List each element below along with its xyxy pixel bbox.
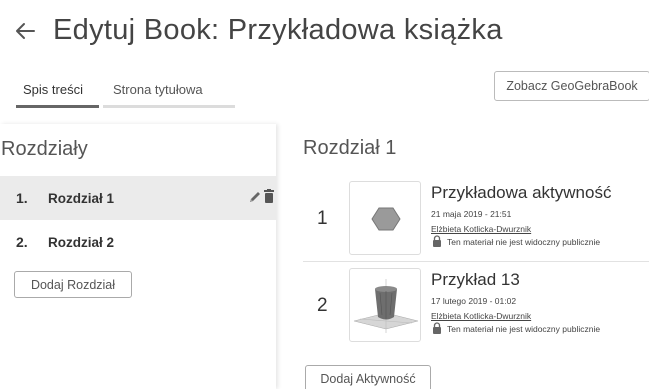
chapters-heading: Rozdziały — [1, 138, 88, 160]
3d-plot-thumbnail — [353, 279, 419, 333]
page-title: Edytuj Book: Przykładowa książka — [53, 14, 503, 46]
activity-date: 17 lutego 2019 - 01:02 — [431, 296, 517, 306]
chapter-item-1[interactable]: 1. Rozdział 1 — [0, 176, 276, 220]
tab-table-of-contents[interactable]: Spis treści — [16, 78, 99, 108]
activity-author-link[interactable]: Elżbieta Kotlicka-Dwurznik — [431, 311, 531, 321]
lock-icon — [433, 235, 441, 247]
page-header: Edytuj Book: Przykładowa książka — [0, 0, 649, 58]
tab-title-page[interactable]: Strona tytułowa — [103, 78, 235, 108]
chapter-item-2[interactable]: 2. Rozdział 2 — [0, 220, 276, 264]
activity-number: 1 — [317, 208, 328, 229]
lock-icon — [433, 322, 441, 334]
tab-label: Strona tytułowa — [113, 82, 203, 97]
activity-date: 21 maja 2019 - 21:51 — [431, 209, 512, 219]
pencil-icon[interactable] — [248, 190, 262, 204]
tab-label: Spis treści — [23, 82, 83, 97]
visibility-note: Ten materiał nie jest widoczny publiczni… — [447, 324, 601, 334]
activity-thumbnail[interactable] — [349, 181, 421, 255]
activity-number: 2 — [317, 295, 328, 316]
activity-author-link[interactable]: Elżbieta Kotlicka-Dwurznik — [431, 224, 531, 234]
view-geogebrabook-button[interactable]: Zobacz GeoGebraBook — [494, 71, 649, 101]
add-activity-button[interactable]: Dodaj Aktywność — [305, 365, 431, 389]
chapter-label: Rozdział 2 — [48, 235, 115, 250]
activity-item[interactable]: 1 Przykładowa aktywność 21 maja 2019 - 2… — [303, 175, 649, 261]
chapter-number: 1. — [16, 190, 28, 206]
chapter-number: 2. — [16, 234, 28, 250]
activity-title[interactable]: Przykład 13 — [431, 270, 520, 290]
activity-thumbnail[interactable] — [349, 268, 421, 342]
add-chapter-button[interactable]: Dodaj Rozdział — [14, 271, 132, 298]
activity-title[interactable]: Przykładowa aktywność — [431, 183, 611, 203]
chapter-label: Rozdział 1 — [48, 191, 115, 206]
activity-item[interactable]: 2 Przykład 13 17 lutego 2019 - 01:02 Elż… — [303, 262, 649, 348]
trash-icon[interactable] — [264, 189, 274, 203]
hexagon-thumbnail — [371, 207, 401, 231]
arrow-left-icon[interactable] — [14, 20, 36, 42]
chapters-panel: Rozdziały 1. Rozdział 1 2. Rozdział 2 Do… — [0, 124, 276, 389]
chapter-heading: Rozdział 1 — [303, 137, 397, 159]
visibility-note: Ten materiał nie jest widoczny publiczni… — [447, 237, 601, 247]
